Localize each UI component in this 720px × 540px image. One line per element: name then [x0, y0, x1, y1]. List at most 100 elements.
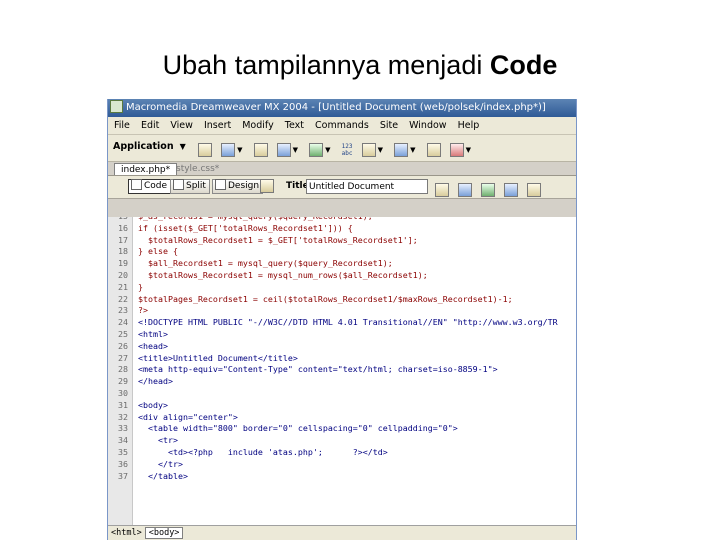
code-text: $_as_records1 = mysql_query($query_Recor…: [138, 217, 373, 221]
repeated-region-icon[interactable]: [253, 142, 268, 157]
code-line: 32 <div align="center">: [108, 412, 576, 424]
line-number: 22: [118, 293, 128, 304]
code-text: <td><?php include 'atas.php'; ?></td>: [138, 446, 388, 457]
menu-edit[interactable]: Edit: [137, 120, 163, 131]
xslt-transformation-icon[interactable]: [426, 142, 441, 157]
dynamic-text-icon[interactable]: 123 abc: [342, 143, 353, 157]
delete-record-icon[interactable]: [449, 142, 464, 157]
chevron-down-icon[interactable]: ▼: [325, 146, 330, 154]
line-number: 20: [118, 269, 128, 280]
code-text: <div align="center">: [138, 411, 238, 422]
line-number: 27: [118, 352, 128, 363]
tab-style-css[interactable]: style.css*: [170, 163, 225, 175]
line-number: 28: [118, 364, 128, 375]
line-number: 18: [118, 246, 128, 257]
file-management-icon[interactable]: [458, 182, 473, 197]
menu-insert[interactable]: Insert: [200, 120, 235, 131]
insert-category-dropdown[interactable]: Application ▼: [113, 139, 186, 155]
line-number: 36: [118, 458, 128, 469]
code-line: 26 <head>: [108, 341, 576, 353]
menu-help[interactable]: Help: [454, 120, 484, 131]
user-authentication-icon[interactable]: [394, 142, 409, 157]
code-editor[interactable]: 15$_as_records1 = mysql_query($query_Rec…: [108, 217, 576, 525]
code-line: 37 </table>: [108, 471, 576, 483]
insert-bar: Application ▼ ▼ ▼ ▼ 123 abc ▼ ▼ ▼: [108, 135, 576, 162]
window-title: Macromedia Dreamweaver MX 2004 - [Untitl…: [126, 102, 546, 113]
code-lines: 15$_as_records1 = mysql_query($query_Rec…: [108, 217, 576, 482]
slide-title-prefix: Ubah tampilannya menjadi: [162, 50, 490, 80]
line-number: 30: [118, 387, 128, 398]
line-number: 16: [118, 222, 128, 233]
line-number: 17: [118, 234, 128, 245]
code-text: $all_Recordset1 = mysql_query($query_Rec…: [138, 258, 393, 269]
code-line: 22 $totalPages_Recordset1 = ceil($totalRo…: [108, 294, 576, 306]
code-text: if (isset($_GET['totalRows_Recordset1'])…: [138, 222, 353, 233]
chevron-down-icon[interactable]: ▼: [378, 146, 383, 154]
tag-selector-body[interactable]: <body>: [144, 527, 184, 539]
line-number: 29: [118, 376, 128, 387]
tab-index-php[interactable]: index.php*: [114, 163, 178, 175]
code-text: } else {: [138, 246, 178, 257]
line-number: 25: [118, 328, 128, 339]
code-line: 18 } else {: [108, 246, 576, 258]
split-view-button[interactable]: Split: [170, 179, 210, 194]
code-line: 24 <!DOCTYPE HTML PUBLIC "-//W3C//DTD HTM…: [108, 317, 576, 329]
code-text: </tr>: [138, 458, 183, 469]
code-text: $totalPages_Recordset1 = ceil($totalRows…: [138, 293, 513, 304]
line-number: 32: [118, 411, 128, 422]
code-text: ?>: [138, 305, 148, 316]
recordset-icon[interactable]: [198, 142, 212, 157]
design-view-icon: [215, 179, 226, 190]
chevron-down-icon[interactable]: ▼: [293, 146, 298, 154]
code-line: 21}: [108, 282, 576, 294]
menu-text[interactable]: Text: [281, 120, 308, 131]
chevron-down-icon[interactable]: ▼: [237, 146, 242, 154]
code-text: <head>: [138, 340, 168, 351]
line-number: 19: [118, 258, 128, 269]
design-view-button[interactable]: Design: [212, 179, 264, 194]
menu-modify[interactable]: Modify: [238, 120, 277, 131]
code-view-button[interactable]: Code: [128, 179, 172, 194]
chevron-down-icon[interactable]: ▼: [466, 146, 471, 154]
line-number: 21: [118, 281, 128, 292]
command-icon[interactable]: [221, 142, 236, 157]
menu-site[interactable]: Site: [376, 120, 402, 131]
chevron-down-icon: ▼: [179, 142, 186, 151]
no-browser-check-errors-icon[interactable]: [435, 182, 449, 197]
line-number: 26: [118, 340, 128, 351]
show-region-icon[interactable]: [276, 142, 291, 157]
live-data-icon[interactable]: [260, 179, 274, 193]
code-text: <tr>: [138, 435, 178, 446]
code-line: 36 </tr>: [108, 459, 576, 471]
document-toolbar: Code Split Design Title:: [108, 176, 576, 199]
menu-commands[interactable]: Commands: [311, 120, 373, 131]
window-titlebar: Macromedia Dreamweaver MX 2004 - [Untitl…: [108, 99, 576, 117]
view-options-icon[interactable]: [527, 182, 542, 197]
recordset-paging-icon[interactable]: [309, 142, 324, 157]
menu-bar: File Edit View Insert Modify Text Comman…: [108, 117, 576, 135]
code-text: $totalRows_Recordset1 = $_GET['totalRows…: [138, 234, 418, 245]
menu-file[interactable]: File: [110, 120, 134, 131]
line-number: 23: [118, 305, 128, 316]
code-line: 28 <meta http-equiv="Content-Type" conten…: [108, 364, 576, 376]
line-number: 37: [118, 470, 128, 481]
menu-window[interactable]: Window: [405, 120, 450, 131]
code-text: <body>: [138, 399, 168, 410]
code-text: }: [138, 281, 143, 292]
tag-selector-html[interactable]: <html>: [108, 528, 145, 538]
slide-title-emphasis: Code: [489, 50, 558, 80]
slide-title: Ubah tampilannya menjadi Code: [0, 50, 720, 81]
chevron-down-icon[interactable]: ▼: [410, 146, 415, 154]
menu-view[interactable]: View: [166, 120, 197, 131]
preview-in-browser-icon[interactable]: [481, 182, 496, 197]
document-title-input[interactable]: [306, 179, 428, 194]
code-line: 23 ?>: [108, 305, 576, 317]
code-line: 16 if (isset($_GET['totalRows_Recordset1'…: [108, 223, 576, 235]
dynamic-data-icon[interactable]: [361, 142, 376, 157]
document-toolbar-icons: [433, 179, 543, 198]
refresh-icon[interactable]: [504, 182, 519, 197]
code-text: <html>: [138, 328, 168, 339]
code-line: 35 <td><?php include 'atas.php'; ?></td>: [108, 447, 576, 459]
code-view-icon: [131, 179, 142, 190]
code-text: </head>: [138, 376, 173, 387]
